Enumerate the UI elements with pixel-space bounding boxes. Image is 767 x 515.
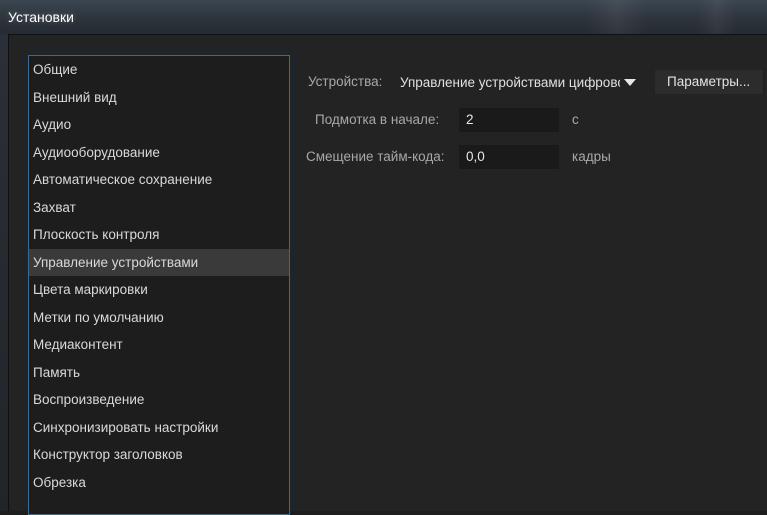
sidebar-item-capture[interactable]: Захват — [29, 194, 289, 222]
dropdown-arrow-icon — [624, 78, 636, 86]
sidebar-item-general[interactable]: Общие — [29, 56, 289, 84]
sidebar-item-device-control[interactable]: Управление устройствами — [29, 248, 289, 276]
preroll-input[interactable]: 2 — [459, 108, 559, 132]
category-list[interactable]: Общие Внешний вид Аудио Аудиооборудовани… — [28, 55, 290, 515]
timecode-offset-unit: кадры — [572, 149, 611, 164]
sidebar-item-audio-hardware[interactable]: Аудиооборудование — [29, 139, 289, 167]
options-button[interactable]: Параметры... — [654, 69, 764, 95]
devices-dropdown-value: Управление устройствами цифрового видео — [400, 74, 620, 90]
devices-dropdown[interactable]: Управление устройствами цифрового видео — [392, 70, 644, 94]
timecode-offset-label: Смещение тайм-кода: — [306, 149, 445, 164]
preroll-label: Подмотка в начале: — [315, 112, 440, 127]
sidebar-item-trim[interactable]: Обрезка — [29, 469, 289, 497]
sidebar-item-sync-settings[interactable]: Синхронизировать настройки — [29, 414, 289, 442]
preroll-row: Подмотка в начале: — [315, 112, 439, 127]
devices-row: Устройства: — [308, 74, 382, 89]
devices-label: Устройства: — [308, 74, 383, 89]
sidebar-item-audio[interactable]: Аудио — [29, 111, 289, 139]
window-title: Установки — [8, 9, 74, 25]
sidebar-item-playback[interactable]: Воспроизведение — [29, 386, 289, 414]
sidebar-item-appearance[interactable]: Внешний вид — [29, 84, 289, 112]
title-bar: Установки — [0, 0, 767, 34]
timecode-offset-input[interactable]: 0,0 — [459, 145, 559, 169]
sidebar-item-media[interactable]: Медиаконтент — [29, 331, 289, 359]
sidebar-item-memory[interactable]: Память — [29, 359, 289, 387]
timecode-offset-row: Смещение тайм-кода: — [306, 149, 445, 164]
sidebar-item-label-defaults[interactable]: Метки по умолчанию — [29, 304, 289, 332]
sidebar-item-label-colors[interactable]: Цвета маркировки — [29, 276, 289, 304]
preroll-unit: с — [572, 112, 579, 127]
window-frame — [0, 34, 8, 511]
sidebar-item-auto-save[interactable]: Автоматическое сохранение — [29, 166, 289, 194]
sidebar-item-control-surface[interactable]: Плоскость контроля — [29, 221, 289, 249]
sidebar-item-titler[interactable]: Конструктор заголовков — [29, 441, 289, 469]
